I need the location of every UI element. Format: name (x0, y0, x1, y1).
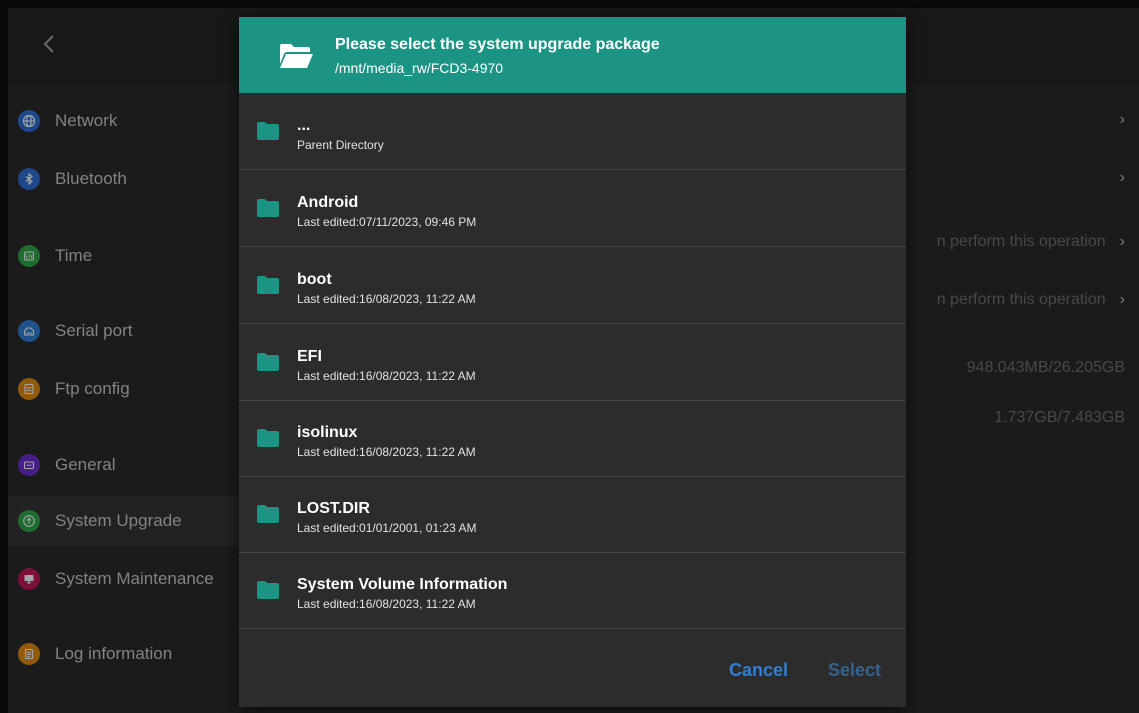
file-row-isolinux[interactable]: isolinux Last edited:16/08/2023, 11:22 A… (239, 400, 906, 477)
file-name: LOST.DIR (297, 500, 370, 517)
file-name: isolinux (297, 424, 358, 441)
select-button[interactable]: Select (828, 660, 881, 681)
folder-icon (257, 276, 279, 294)
file-subtitle: Last edited:16/08/2023, 11:22 AM (297, 292, 476, 306)
file-subtitle: Last edited:16/08/2023, 11:22 AM (297, 369, 476, 383)
folder-icon (257, 353, 279, 371)
folder-open-icon (280, 44, 313, 68)
file-row-efi[interactable]: EFI Last edited:16/08/2023, 11:22 AM (239, 324, 906, 401)
current-path: /mnt/media_rw/FCD3-4970 (335, 60, 504, 76)
file-subtitle: Last edited:16/08/2023, 11:22 AM (297, 445, 476, 459)
file-subtitle: Parent Directory (297, 138, 384, 152)
file-name: ... (297, 117, 311, 134)
folder-icon (257, 505, 279, 523)
file-row-lost-dir[interactable]: LOST.DIR Last edited:01/01/2001, 01:23 A… (239, 476, 906, 553)
file-name: System Volume Information (297, 576, 508, 593)
file-row-android[interactable]: Android Last edited:07/11/2023, 09:46 PM (239, 170, 906, 247)
folder-icon (257, 581, 279, 599)
folder-icon (257, 429, 279, 447)
dialog-header: Please select the system upgrade package… (239, 17, 906, 93)
file-name: boot (297, 271, 332, 288)
file-name: Android (297, 194, 359, 211)
file-row-system-volume-information[interactable]: System Volume Information Last edited:16… (239, 552, 906, 629)
dialog-title: Please select the system upgrade package (335, 36, 660, 53)
file-subtitle: Last edited:16/08/2023, 11:22 AM (297, 597, 476, 611)
folder-icon (257, 199, 279, 217)
file-subtitle: Last edited:07/11/2023, 09:46 PM (297, 215, 477, 229)
cancel-button[interactable]: Cancel (729, 660, 788, 681)
file-picker-dialog: Please select the system upgrade package… (239, 17, 906, 707)
file-subtitle: Last edited:01/01/2001, 01:23 AM (297, 521, 477, 535)
folder-icon (257, 122, 279, 140)
file-name: EFI (297, 348, 322, 365)
file-row-boot[interactable]: boot Last edited:16/08/2023, 11:22 AM (239, 247, 906, 324)
file-row-parent-directory[interactable]: ... Parent Directory (239, 93, 906, 170)
